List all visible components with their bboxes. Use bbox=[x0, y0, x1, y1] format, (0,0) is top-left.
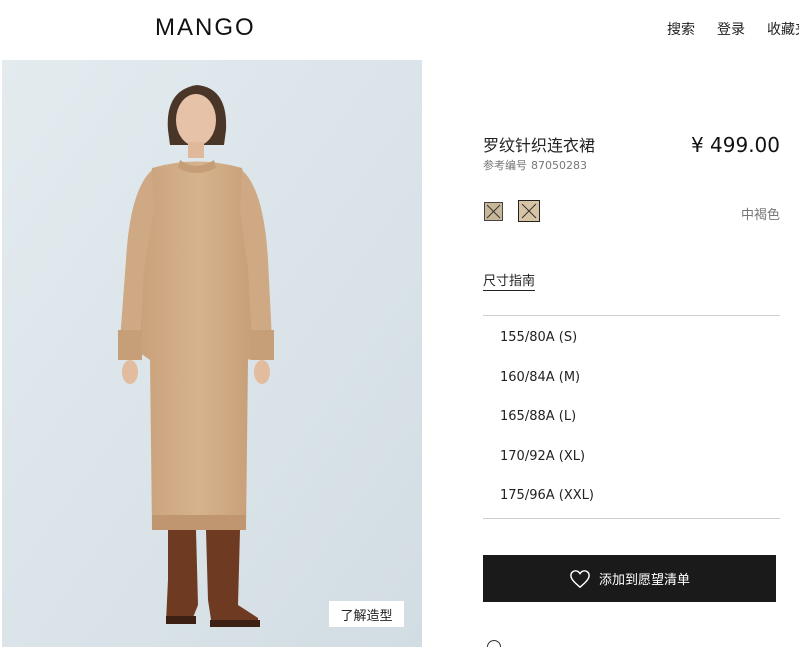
brand-logo[interactable]: MANGO bbox=[155, 14, 256, 42]
wishlist-label: 添加到愿望清单 bbox=[598, 573, 690, 588]
site-header: MANGO 搜索 登录 收藏夹 bbox=[0, 0, 799, 58]
reference-number: 87050283 bbox=[531, 159, 587, 172]
top-nav: 搜索 登录 收藏夹 bbox=[667, 19, 799, 39]
divider bbox=[483, 315, 780, 316]
color-swatch-2-selected[interactable] bbox=[518, 200, 540, 222]
size-option-m[interactable]: 160/84A (M) bbox=[500, 369, 594, 409]
swatch-cross-icon bbox=[486, 204, 501, 219]
model-illustration bbox=[2, 60, 422, 647]
size-list: 155/80A (S) 160/84A (M) 165/88A (L) 170/… bbox=[500, 329, 594, 527]
color-swatch-1[interactable] bbox=[484, 202, 503, 221]
nav-favorites[interactable]: 收藏夹 bbox=[767, 19, 799, 39]
size-option-xl[interactable]: 170/92A (XL) bbox=[500, 448, 594, 488]
product-title: 罗纹针织连衣裙 bbox=[483, 136, 596, 155]
product-reference: 参考编号 87050283 bbox=[483, 157, 587, 173]
nav-search[interactable]: 搜索 bbox=[667, 19, 695, 39]
size-guide-link[interactable]: 尺寸指南 bbox=[483, 270, 536, 291]
look-button[interactable]: 了解造型 bbox=[329, 601, 404, 627]
swatch-cross-icon bbox=[521, 203, 537, 219]
info-icon[interactable] bbox=[487, 640, 501, 647]
size-option-l[interactable]: 165/88A (L) bbox=[500, 408, 594, 448]
product-image[interactable] bbox=[2, 60, 422, 647]
divider bbox=[483, 518, 780, 519]
add-to-wishlist-button[interactable]: 添加到愿望清单 bbox=[483, 555, 776, 602]
color-name: 中褐色 bbox=[740, 208, 780, 223]
reference-label: 参考编号 bbox=[483, 159, 527, 172]
heart-icon bbox=[570, 569, 590, 588]
size-option-xxl[interactable]: 175/96A (XXL) bbox=[500, 487, 594, 527]
size-option-s[interactable]: 155/80A (S) bbox=[500, 329, 594, 369]
nav-login[interactable]: 登录 bbox=[717, 19, 745, 39]
product-price: ¥ 499.00 bbox=[690, 133, 780, 157]
